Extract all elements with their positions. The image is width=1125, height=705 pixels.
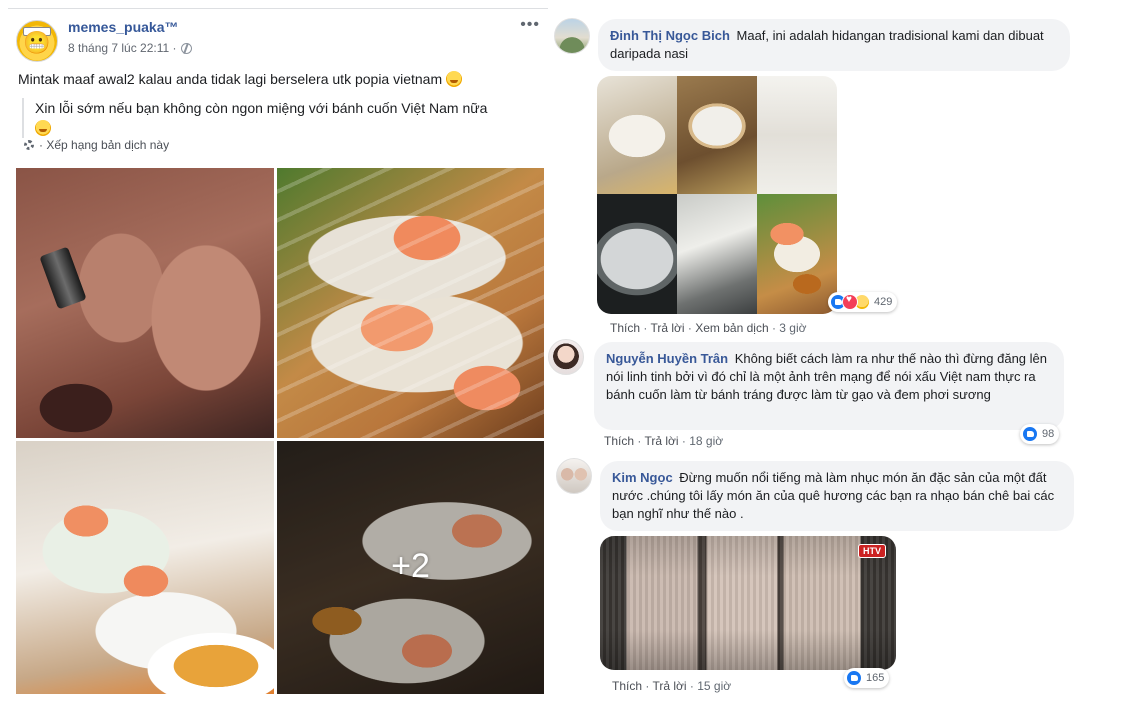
comment-author-link[interactable]: Đinh Thị Ngọc Bich <box>610 28 730 43</box>
photo-rice <box>597 76 677 194</box>
reaction-count: 98 <box>1042 428 1055 440</box>
reaction-count: 429 <box>874 296 893 308</box>
emoji-face-icon: 😬 <box>23 29 51 55</box>
rate-translation-label[interactable]: · Xếp hạng bản dịch này <box>39 138 169 152</box>
comment-time[interactable]: 15 giờ <box>697 679 731 693</box>
commenter-avatar[interactable] <box>554 18 590 54</box>
divider <box>8 8 548 9</box>
reply-link[interactable]: Trả lời <box>650 321 684 335</box>
post-meta: 8 tháng 7 lúc 22:11 · <box>68 41 192 55</box>
comment-bubble: Nguyễn Huyền Trân Không biết cách làm ra… <box>594 342 1064 430</box>
comment-author-link[interactable]: Kim Ngọc <box>612 470 673 485</box>
reaction-summary[interactable]: 429 <box>828 292 898 312</box>
like-reaction-icon <box>846 670 862 686</box>
photo-rice-flour <box>677 76 757 194</box>
grin-emoji-icon <box>35 120 51 136</box>
comment-time[interactable]: 3 giờ <box>779 321 806 335</box>
comment-video-thumbnail[interactable]: HTV <box>600 536 896 670</box>
photo-feet[interactable] <box>16 168 274 438</box>
more-photos-count[interactable]: +2 <box>277 547 544 586</box>
reply-link[interactable]: Trả lời <box>644 434 678 448</box>
comment-author-link[interactable]: Nguyễn Huyền Trân <box>606 351 728 366</box>
reply-link[interactable]: Trả lời <box>652 679 686 693</box>
gear-icon <box>24 140 34 150</box>
photo-spring-rolls-1[interactable] <box>277 168 544 438</box>
photo-rice-paper <box>757 76 837 194</box>
rate-translation[interactable]: · Xếp hạng bản dịch này <box>24 138 169 152</box>
reaction-summary[interactable]: 165 <box>844 668 890 688</box>
photo-spring-rolls-2[interactable] <box>16 441 274 694</box>
comment-actions: Thích · Trả lời · 18 giờ <box>604 434 724 448</box>
see-translation-link[interactable]: Xem bản dịch <box>695 321 768 335</box>
photo-spring-rolls-3[interactable]: +2 <box>277 441 544 694</box>
video-shade <box>600 536 896 670</box>
post-text: Mintak maaf awal2 kalau anda tidak lagi … <box>18 70 538 88</box>
post-card: 😬 memes_puaka™ 8 tháng 7 lúc 22:11 · •••… <box>8 8 548 698</box>
page-avatar[interactable]: 😬 <box>16 20 58 62</box>
page-name-link[interactable]: memes_puaka™ <box>68 19 179 35</box>
photo-spring-rolls-plate <box>757 194 837 314</box>
globe-icon <box>180 42 192 54</box>
photo-gallery: +2 <box>16 168 544 694</box>
ring-shape <box>39 246 87 310</box>
comment-actions: Thích · Trả lời · 15 giờ <box>612 679 732 693</box>
photo-drying-sheet <box>677 194 757 314</box>
like-link[interactable]: Thích <box>610 321 640 335</box>
reaction-count: 165 <box>866 672 885 684</box>
comment-actions: Thích · Trả lời · Xem bản dịch · 3 giờ <box>610 321 807 335</box>
channel-logo: HTV <box>858 544 886 558</box>
comment-bubble: Đinh Thị Ngọc Bich Maaf, ini adalah hida… <box>598 19 1070 71</box>
comment-bubble: Kim Ngọc Đừng muốn nổi tiếng mà làm nhục… <box>600 461 1074 531</box>
like-link[interactable]: Thích <box>612 679 642 693</box>
like-reaction-icon <box>1022 426 1038 442</box>
reaction-summary[interactable]: 98 <box>1020 424 1060 444</box>
photo-steaming-pan <box>597 194 677 314</box>
comment-time[interactable]: 18 giờ <box>689 434 723 448</box>
post-text-content: Mintak maaf awal2 kalau anda tidak lagi … <box>18 71 443 87</box>
translation-content: Xin lỗi sớm nếu bạn không còn ngon miệng… <box>35 100 488 116</box>
more-options-button[interactable]: ••• <box>520 16 540 34</box>
comment-text: Đừng muốn nổi tiếng mà làm nhục món ăn đ… <box>612 470 1055 521</box>
love-reaction-icon <box>842 294 858 310</box>
commenter-avatar[interactable] <box>556 458 592 494</box>
like-link[interactable]: Thích <box>604 434 634 448</box>
translated-text: Xin lỗi sớm nếu bạn không còn ngon miệng… <box>22 98 532 138</box>
comment-photo-collage[interactable] <box>597 76 837 314</box>
grin-emoji-icon <box>446 71 463 87</box>
commenter-avatar[interactable] <box>548 339 584 375</box>
post-timestamp[interactable]: 8 tháng 7 lúc 22:11 · <box>68 41 177 55</box>
